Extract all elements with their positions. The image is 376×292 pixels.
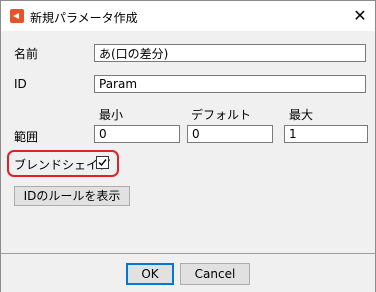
cancel-button[interactable]: Cancel	[180, 263, 250, 285]
id-label: ID	[14, 77, 27, 91]
ok-button[interactable]: OK	[126, 263, 174, 285]
show-id-rules-button[interactable]: IDのルールを表示	[14, 186, 130, 206]
max-label: 最大	[289, 108, 314, 122]
dialog-body: 名前 ID 最小 デフォルト 最大 範囲 ブレンドシェイプ IDのルールを表示	[1, 31, 375, 253]
highlight-annotation	[7, 150, 119, 177]
default-label: デフォルト	[191, 108, 252, 122]
range-label: 範囲	[14, 130, 39, 144]
close-button[interactable]: ✕	[349, 5, 371, 27]
default-field[interactable]	[187, 125, 273, 143]
dialog-footer: OK Cancel	[1, 253, 375, 292]
dialog-title: 新規パラメータ作成	[30, 11, 138, 25]
id-field[interactable]	[94, 75, 366, 93]
max-field[interactable]	[284, 125, 368, 143]
title-bar: 新規パラメータ作成 ✕	[1, 1, 375, 31]
min-field[interactable]	[94, 125, 180, 143]
app-logo-icon	[10, 9, 24, 23]
name-label: 名前	[14, 47, 39, 61]
name-field[interactable]	[94, 44, 366, 62]
min-label: 最小	[99, 108, 124, 122]
dialog-window: 新規パラメータ作成 ✕ 名前 ID 最小 デフォルト 最大 範囲 ブレンドシェイ…	[0, 0, 376, 292]
